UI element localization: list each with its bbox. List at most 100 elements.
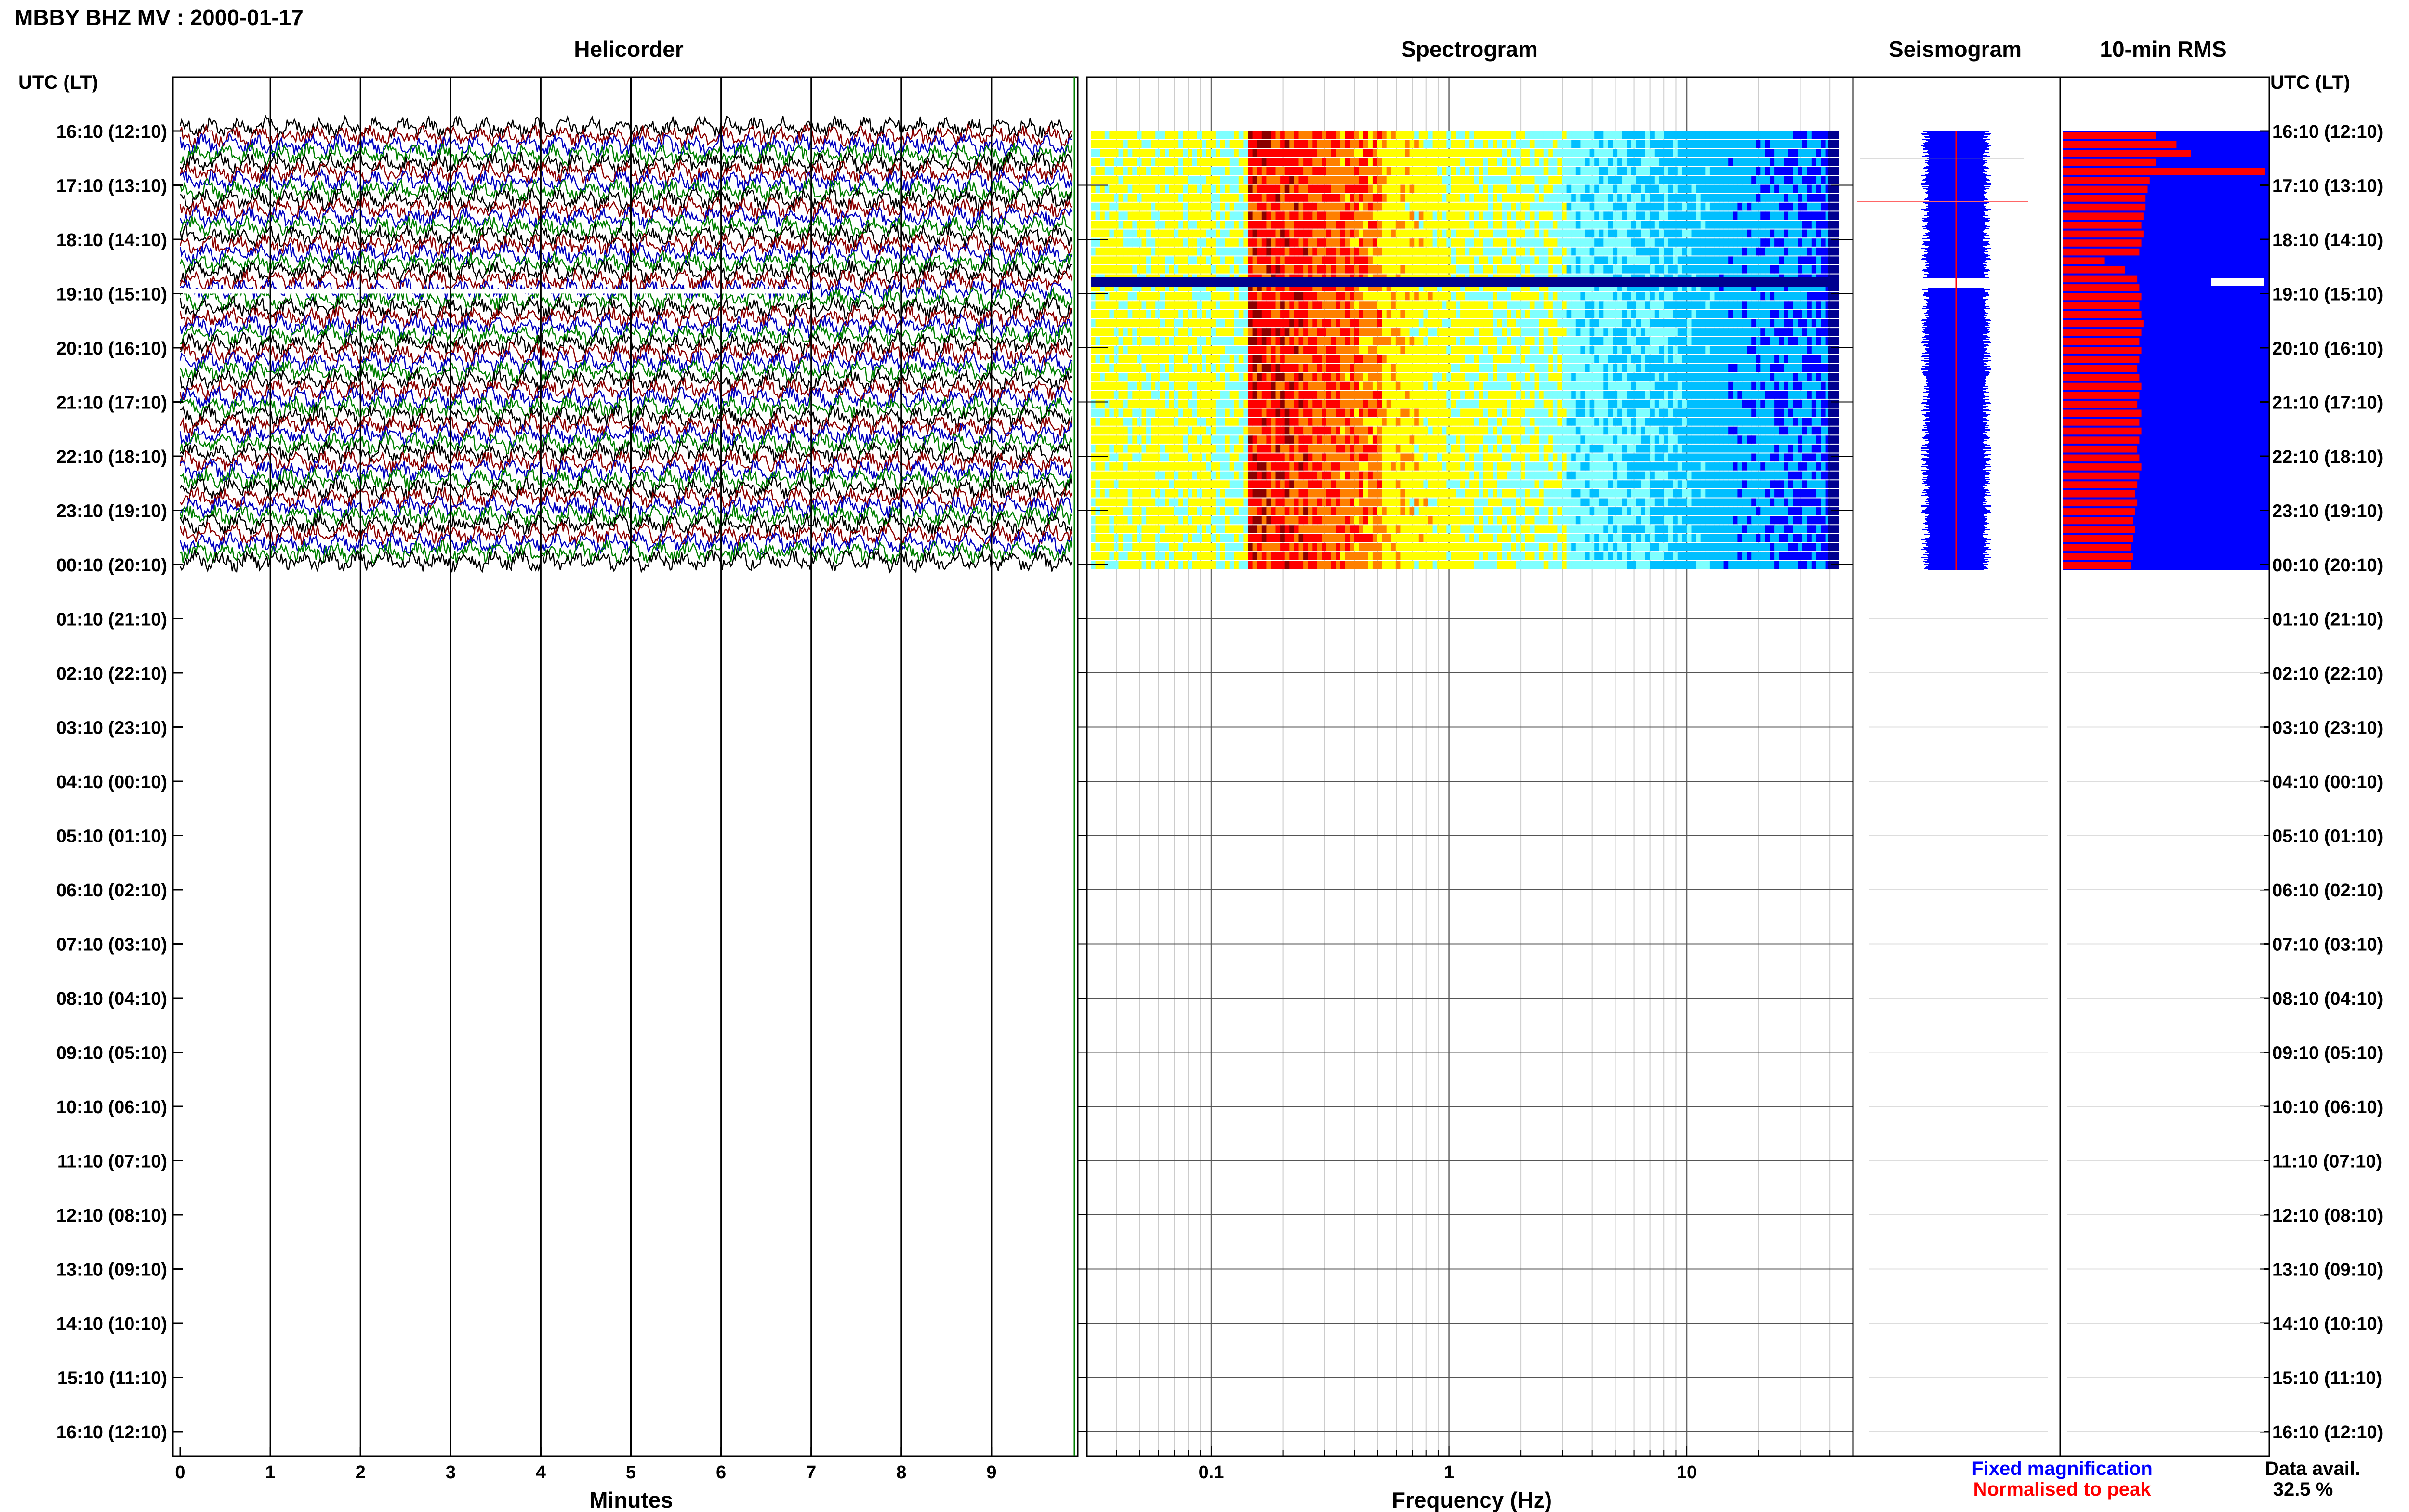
spectrogram-cell <box>1465 176 1470 184</box>
spectrogram-cell <box>1798 149 1803 157</box>
spectrogram-cell <box>1261 176 1267 184</box>
spectrogram-cell <box>1497 149 1502 157</box>
spectrogram-cell <box>1557 149 1562 157</box>
spectrogram-cell <box>1788 149 1794 157</box>
spectrogram-cell <box>1654 301 1659 309</box>
spectrogram-cell <box>1363 211 1368 220</box>
spectrogram-cell <box>1534 229 1539 238</box>
spectrogram-cell <box>1594 247 1600 256</box>
spectrogram-cell <box>1183 364 1188 372</box>
spectrogram-cell <box>1280 149 1285 157</box>
spectrogram-cell <box>1437 381 1443 390</box>
spectrogram-cell <box>1202 399 1207 408</box>
spectrogram-cell <box>1585 176 1590 184</box>
spectrogram-cell <box>1146 158 1152 166</box>
spectrogram-cell <box>1169 337 1175 345</box>
spectrogram-cell <box>1719 373 1724 381</box>
spectrogram-cell <box>1372 149 1378 157</box>
spectrogram-cell <box>1127 131 1133 139</box>
spectrogram-cell <box>1423 319 1429 328</box>
spectrogram-cell <box>1359 149 1364 157</box>
spectrogram-cell <box>1432 131 1438 139</box>
spectrogram-cell <box>1802 202 1807 211</box>
spectrogram-cell <box>1363 346 1368 354</box>
spectrogram-cell <box>1520 149 1525 157</box>
spectrogram-cell <box>1627 158 1632 166</box>
spectrogram-cell <box>1589 301 1595 309</box>
spectrogram-cell <box>1409 355 1415 363</box>
spectrogram-cell <box>1141 211 1147 220</box>
spectrogram-cell <box>1336 176 1341 184</box>
spectrogram-cell <box>1686 131 1692 139</box>
spectrogram-cell <box>1765 202 1771 211</box>
spectrogram-cell <box>1742 211 1747 220</box>
spectrogram-cell <box>1548 194 1553 202</box>
spectrogram-cell <box>1271 202 1276 211</box>
spectrogram-cell <box>1405 355 1410 363</box>
spectrogram-edge-cell <box>1828 301 1839 309</box>
spectrogram-cell <box>1784 202 1789 211</box>
spectrogram-cell <box>1733 301 1738 309</box>
spectrogram-cell <box>1312 310 1318 318</box>
spectrogram-cell <box>1696 158 1701 166</box>
spectrogram-cell <box>1141 364 1147 372</box>
spectrogram-cell <box>1691 149 1696 157</box>
spectrogram-cell <box>1562 131 1567 139</box>
spectrogram-cell <box>1188 221 1193 229</box>
spectrogram-cell <box>1571 202 1576 211</box>
spectrogram-cell <box>1386 346 1391 354</box>
spectrogram-cell <box>1728 184 1734 193</box>
spectrogram-cell <box>1146 319 1152 328</box>
spectrogram-cell <box>1760 202 1766 211</box>
spectrogram-cell <box>1100 229 1105 238</box>
spectrogram-cell <box>1123 149 1128 157</box>
spectrogram-cell <box>1816 176 1821 184</box>
spectrogram-cell <box>1816 301 1821 309</box>
spectrogram-cell <box>1507 256 1512 264</box>
spectrogram-cell <box>1566 319 1572 328</box>
spectrogram-cell <box>1345 176 1350 184</box>
spectrogram-cell <box>1405 176 1410 184</box>
spectrogram-cell <box>1308 221 1313 229</box>
spectrogram-cell <box>1238 337 1244 345</box>
spectrogram-cell <box>1395 328 1401 336</box>
spectrogram-cell <box>1312 319 1318 328</box>
spectrogram-cell <box>1132 328 1138 336</box>
spectrogram-cell <box>1414 158 1419 166</box>
spectrogram-cell <box>1723 194 1729 202</box>
spectrogram-cell <box>1109 292 1114 301</box>
spectrogram-cell <box>1548 328 1553 336</box>
spectrogram-cell <box>1733 238 1738 247</box>
spectrogram-cell <box>1109 373 1114 381</box>
spectrogram-cell <box>1188 229 1193 238</box>
spectrogram-cell <box>1543 202 1549 211</box>
spectrogram-cell <box>1202 256 1207 264</box>
spectrogram-cell <box>1155 176 1161 184</box>
spectrogram-cell <box>1765 346 1771 354</box>
spectrogram-cell <box>1437 391 1443 399</box>
spectrogram-cell <box>1169 391 1175 399</box>
spectrogram-cell <box>1617 238 1623 247</box>
spectrogram-cell <box>1756 238 1761 247</box>
spectrogram-cell <box>1756 292 1761 301</box>
spectrogram-cell <box>1788 319 1794 328</box>
spectrogram-cell <box>1516 319 1521 328</box>
spectrogram-cell <box>1737 247 1743 256</box>
spectrogram-cell <box>1202 131 1207 139</box>
spectrogram-cell <box>1548 355 1553 363</box>
spectrogram-cell <box>1529 355 1535 363</box>
spectrogram-cell <box>1350 158 1355 166</box>
spectrogram-cell <box>1382 292 1387 301</box>
spectrogram-cell <box>1132 256 1138 264</box>
spectrogram-cell <box>1261 194 1267 202</box>
spectrogram-cell <box>1571 211 1576 220</box>
spectrogram-cell <box>1511 140 1516 148</box>
spectrogram-cell <box>1613 301 1618 309</box>
spectrogram-cell <box>1714 373 1720 381</box>
spectrogram-cell <box>1377 292 1382 301</box>
spectrogram-cell <box>1095 301 1100 309</box>
spectrogram-cell <box>1784 167 1789 175</box>
spectrogram-cell <box>1225 355 1230 363</box>
spectrogram-cell <box>1774 176 1780 184</box>
spectrogram-cell <box>1617 364 1623 372</box>
